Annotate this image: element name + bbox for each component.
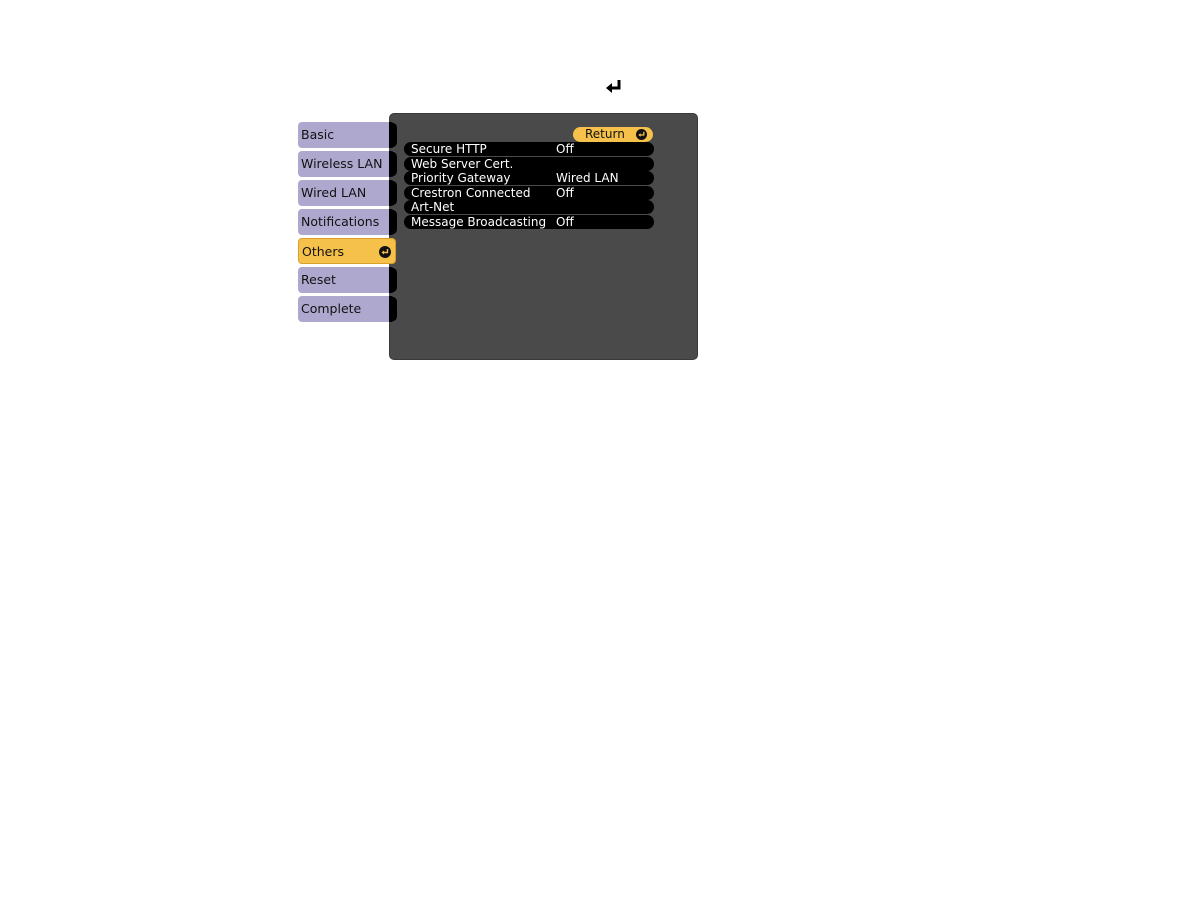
return-button[interactable]: Return <box>573 127 653 142</box>
sidebar-item-reset[interactable]: Reset <box>298 267 397 293</box>
sidebar-item-label: Basic <box>301 127 335 142</box>
setting-row-web-server-cert[interactable]: Web Server Cert. <box>404 156 654 171</box>
setting-label: Web Server Cert. <box>411 156 514 171</box>
tab-edge <box>389 296 397 322</box>
setting-value: Wired LAN <box>556 171 619 185</box>
setting-value: Off <box>556 214 574 229</box>
sidebar-item-label: Notifications <box>301 214 380 229</box>
tab-edge <box>389 151 397 177</box>
setting-label: Secure HTTP <box>411 142 487 156</box>
sidebar-item-wired-lan[interactable]: Wired LAN <box>298 180 397 206</box>
return-label: Return <box>585 127 625 141</box>
screen: Basic Wireless LAN Wired LAN Notificatio… <box>0 0 1188 918</box>
sidebar-item-wireless-lan[interactable]: Wireless LAN <box>298 151 397 177</box>
sidebar-item-label: Reset <box>301 272 336 287</box>
setting-row-priority-gateway[interactable]: Priority Gateway Wired LAN <box>404 171 654 185</box>
sidebar-item-label: Wireless LAN <box>301 156 383 171</box>
sidebar-item-complete[interactable]: Complete <box>298 296 397 322</box>
tab-edge <box>389 180 397 206</box>
tab-edge <box>389 267 397 293</box>
setting-value: Off <box>556 185 574 200</box>
tab-edge <box>389 122 397 148</box>
setting-row-secure-http[interactable]: Secure HTTP Off <box>404 142 654 156</box>
setting-label: Message Broadcasting <box>411 214 547 229</box>
setting-row-message-broadcasting[interactable]: Message Broadcasting Off <box>404 214 654 229</box>
enter-icon <box>379 246 391 258</box>
setting-label: Crestron Connected <box>411 185 531 200</box>
tab-edge <box>389 209 397 235</box>
setting-label: Priority Gateway <box>411 171 511 185</box>
setting-label: Art-Net <box>411 200 455 214</box>
enter-icon <box>636 129 647 140</box>
sidebar-item-notifications[interactable]: Notifications <box>298 209 397 235</box>
setting-value: Off <box>556 142 574 156</box>
sidebar-item-label: Wired LAN <box>301 185 367 200</box>
sidebar-item-label: Complete <box>301 301 362 316</box>
enter-icon <box>606 80 621 93</box>
sidebar-item-others[interactable]: Others <box>298 238 396 264</box>
setting-row-crestron-connected[interactable]: Crestron Connected Off <box>404 185 654 200</box>
sidebar-item-basic[interactable]: Basic <box>298 122 397 148</box>
setting-row-art-net[interactable]: Art-Net <box>404 200 654 214</box>
sidebar-item-label: Others <box>302 244 345 259</box>
